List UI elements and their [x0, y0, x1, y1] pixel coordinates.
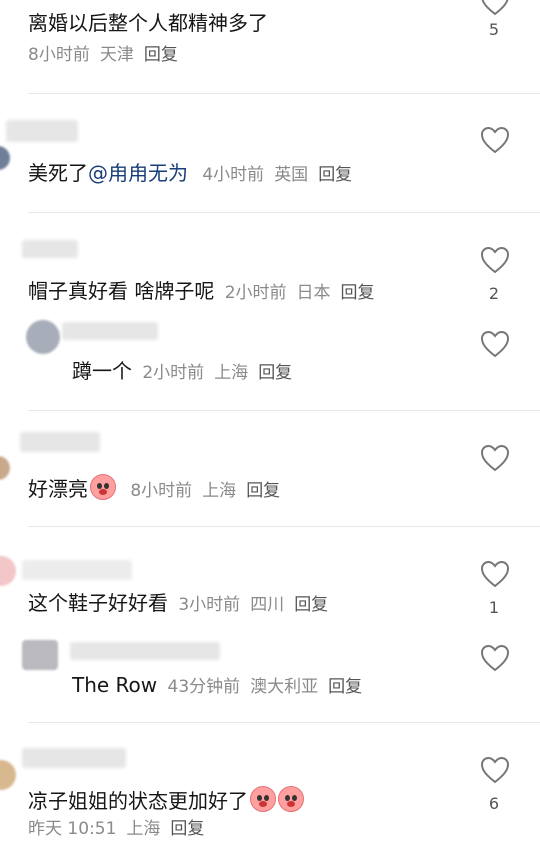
avatar [0, 146, 10, 170]
reply-button[interactable]: 回复 [318, 165, 352, 185]
comment-text: 凉子姐姐的状态更加好了 [28, 786, 304, 814]
pig-face-emoji-icon [90, 474, 116, 500]
comment-text: 离婚以后整个人都精神多了 [28, 11, 268, 35]
like-button[interactable] [480, 0, 510, 16]
like-button[interactable] [480, 756, 510, 784]
username-blurred [6, 120, 78, 142]
comment-meta: 昨天 10:51 上海 回复 [28, 816, 214, 842]
avatar [0, 556, 16, 586]
like-button[interactable] [480, 644, 510, 672]
comment-location: 四川 [250, 595, 285, 615]
comment-time: 43分钟前 [167, 677, 241, 697]
like-button[interactable] [480, 560, 510, 588]
comment-text: 这个鞋子好好看 3小时前 四川 回复 [28, 591, 329, 615]
pig-face-emoji-icon [278, 786, 304, 812]
username-blurred [22, 560, 132, 580]
like-count: 2 [488, 284, 500, 303]
avatar [22, 640, 58, 670]
heart-outline-icon [480, 644, 510, 672]
comment-time: 8小时前 [130, 481, 193, 501]
comment-time: 8小时前 [28, 45, 90, 65]
like-button[interactable] [480, 444, 510, 472]
divider [28, 212, 540, 213]
heart-outline-icon [480, 330, 510, 358]
username-blurred [62, 322, 158, 340]
comment-location: 澳大利亚 [250, 677, 319, 697]
comment-text: 好漂亮 8小时前 上海 回复 [28, 474, 290, 504]
divider [28, 93, 540, 94]
heart-outline-icon [480, 246, 510, 274]
like-count: 6 [488, 794, 500, 813]
heart-outline-icon [480, 756, 510, 784]
comment-meta: 8小时前 天津 回复 [28, 42, 188, 68]
like-button[interactable] [480, 126, 510, 154]
comment-location: 天津 [99, 45, 134, 65]
avatar [0, 456, 10, 480]
divider [28, 722, 540, 723]
reply-button[interactable]: 回复 [328, 677, 362, 697]
reply-button[interactable]: 回复 [170, 819, 204, 839]
heart-outline-icon [480, 126, 510, 154]
heart-outline-icon [480, 560, 510, 588]
reply-button[interactable]: 回复 [246, 481, 280, 501]
reply-button[interactable]: 回复 [258, 363, 292, 383]
comment-location: 日本 [296, 283, 331, 303]
username-blurred [20, 432, 100, 452]
comment-text: 美死了@甪甪无为 4小时前 英国 回复 [28, 161, 353, 185]
heart-outline-icon [481, 0, 509, 16]
comment-time: 昨天 10:51 [28, 819, 117, 839]
username-blurred [70, 642, 220, 660]
avatar [26, 320, 60, 354]
like-count: 5 [488, 20, 500, 39]
reply-button[interactable]: 回复 [341, 283, 375, 303]
comment-time: 4小时前 [202, 165, 265, 185]
comment-location: 上海 [126, 819, 161, 839]
like-count: 1 [488, 598, 500, 617]
reply-button[interactable]: 回复 [144, 45, 178, 65]
comment-location: 英国 [274, 165, 309, 185]
divider [28, 526, 540, 527]
username-blurred [22, 748, 126, 768]
comment-time: 2小时前 [142, 363, 205, 383]
avatar [0, 760, 16, 790]
comment-time: 2小时前 [224, 283, 287, 303]
comment-text: The Row 43分钟前 澳大利亚 回复 [72, 673, 363, 697]
like-button[interactable] [480, 330, 510, 358]
pig-face-emoji-icon [250, 786, 276, 812]
comment-location: 上海 [214, 363, 249, 383]
comment-text: 帽子真好看 啥牌子呢 2小时前 日本 回复 [28, 279, 375, 303]
comment-text: 蹲一个 2小时前 上海 回复 [72, 359, 293, 383]
like-button[interactable] [480, 246, 510, 274]
mention-link[interactable]: @甪甪无为 [88, 161, 188, 185]
comment-time: 3小时前 [178, 595, 241, 615]
divider [28, 410, 540, 411]
reply-button[interactable]: 回复 [294, 595, 328, 615]
username-blurred [22, 240, 78, 258]
comment-location: 上海 [202, 481, 237, 501]
heart-outline-icon [480, 444, 510, 472]
